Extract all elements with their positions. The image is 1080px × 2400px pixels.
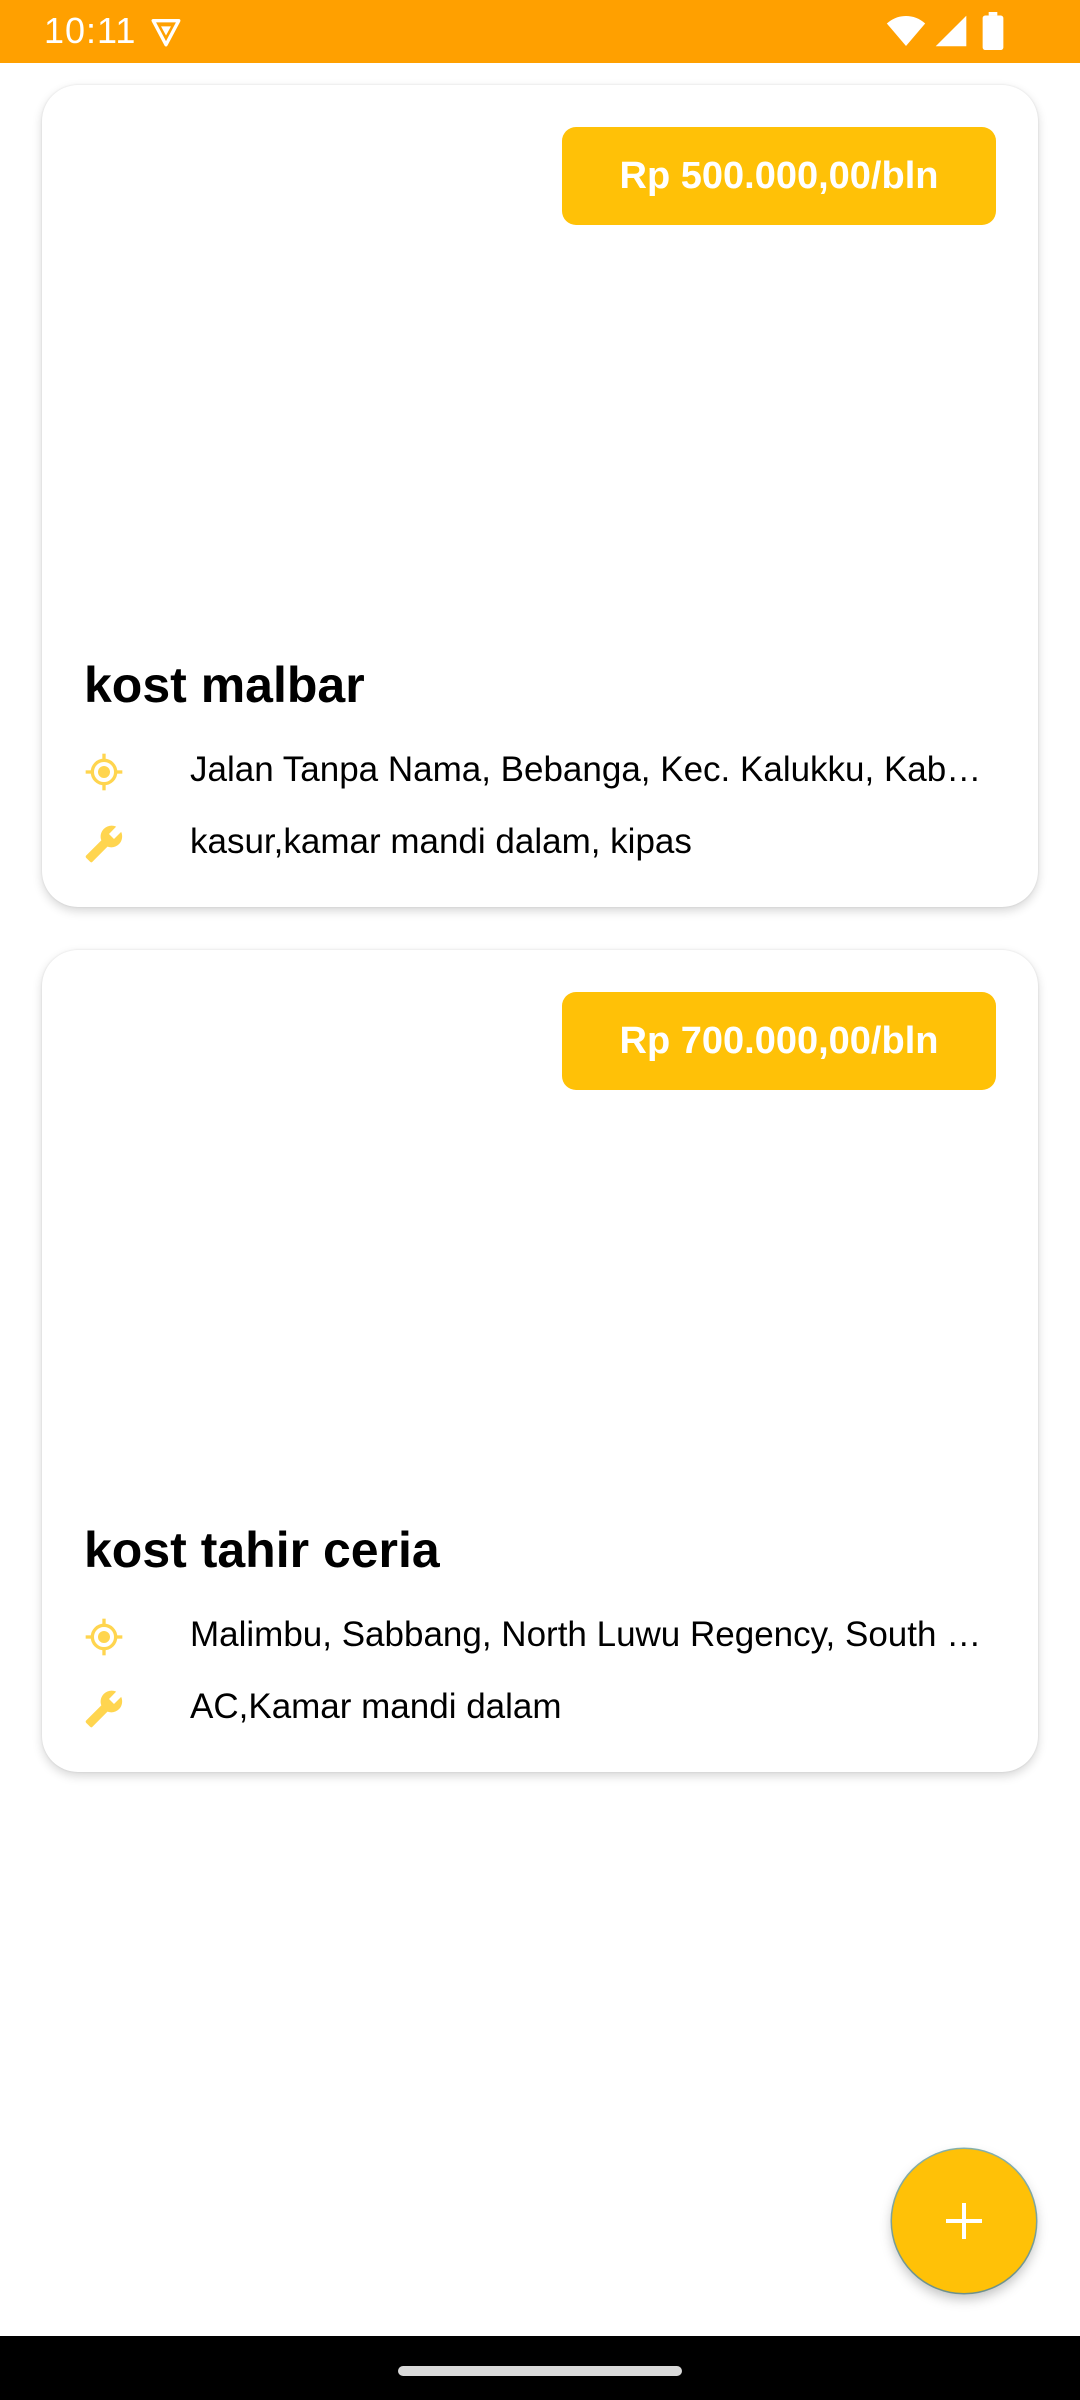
wifi-icon [886, 16, 926, 46]
listing-title: kost malbar [84, 657, 365, 713]
address-row: Jalan Tanpa Nama, Bebanga, Kec. Kalukku,… [84, 745, 996, 795]
status-bar: 10:11 [0, 0, 1080, 63]
price-badge: Rp 500.000,00/bln [562, 127, 996, 225]
location-target-icon [85, 753, 123, 791]
facilities-text: AC,Kamar mandi dalam [190, 1687, 562, 1726]
price-badge: Rp 700.000,00/bln [562, 992, 996, 1090]
wrench-icon [85, 1690, 123, 1728]
listing-card[interactable]: Rp 700.000,00/bln kost tahir ceria Malim… [42, 950, 1038, 1772]
listing-title: kost tahir ceria [84, 1522, 440, 1578]
vpn-shield-icon [151, 18, 181, 47]
home-gesture-handle[interactable] [398, 2366, 682, 2376]
plus-icon [946, 2203, 982, 2239]
status-time: 10:11 [44, 10, 137, 51]
signal-icon [935, 15, 967, 47]
navigation-bar [0, 2336, 1080, 2400]
facilities-text: kasur,kamar mandi dalam, kipas [190, 822, 692, 861]
address-text: Jalan Tanpa Nama, Bebanga, Kec. Kalukku,… [190, 750, 996, 789]
address-text: Malimbu, Sabbang, North Luwu Regency, So… [190, 1615, 996, 1654]
battery-icon [982, 12, 1004, 50]
location-target-icon [85, 1618, 123, 1656]
wrench-icon [85, 825, 123, 863]
address-row: Malimbu, Sabbang, North Luwu Regency, So… [84, 1610, 996, 1660]
facilities-row: AC,Kamar mandi dalam [84, 1682, 996, 1732]
facilities-row: kasur,kamar mandi dalam, kipas [84, 817, 996, 867]
add-listing-button[interactable] [892, 2149, 1036, 2293]
listing-card[interactable]: Rp 500.000,00/bln kost malbar Jalan Tanp… [42, 85, 1038, 907]
